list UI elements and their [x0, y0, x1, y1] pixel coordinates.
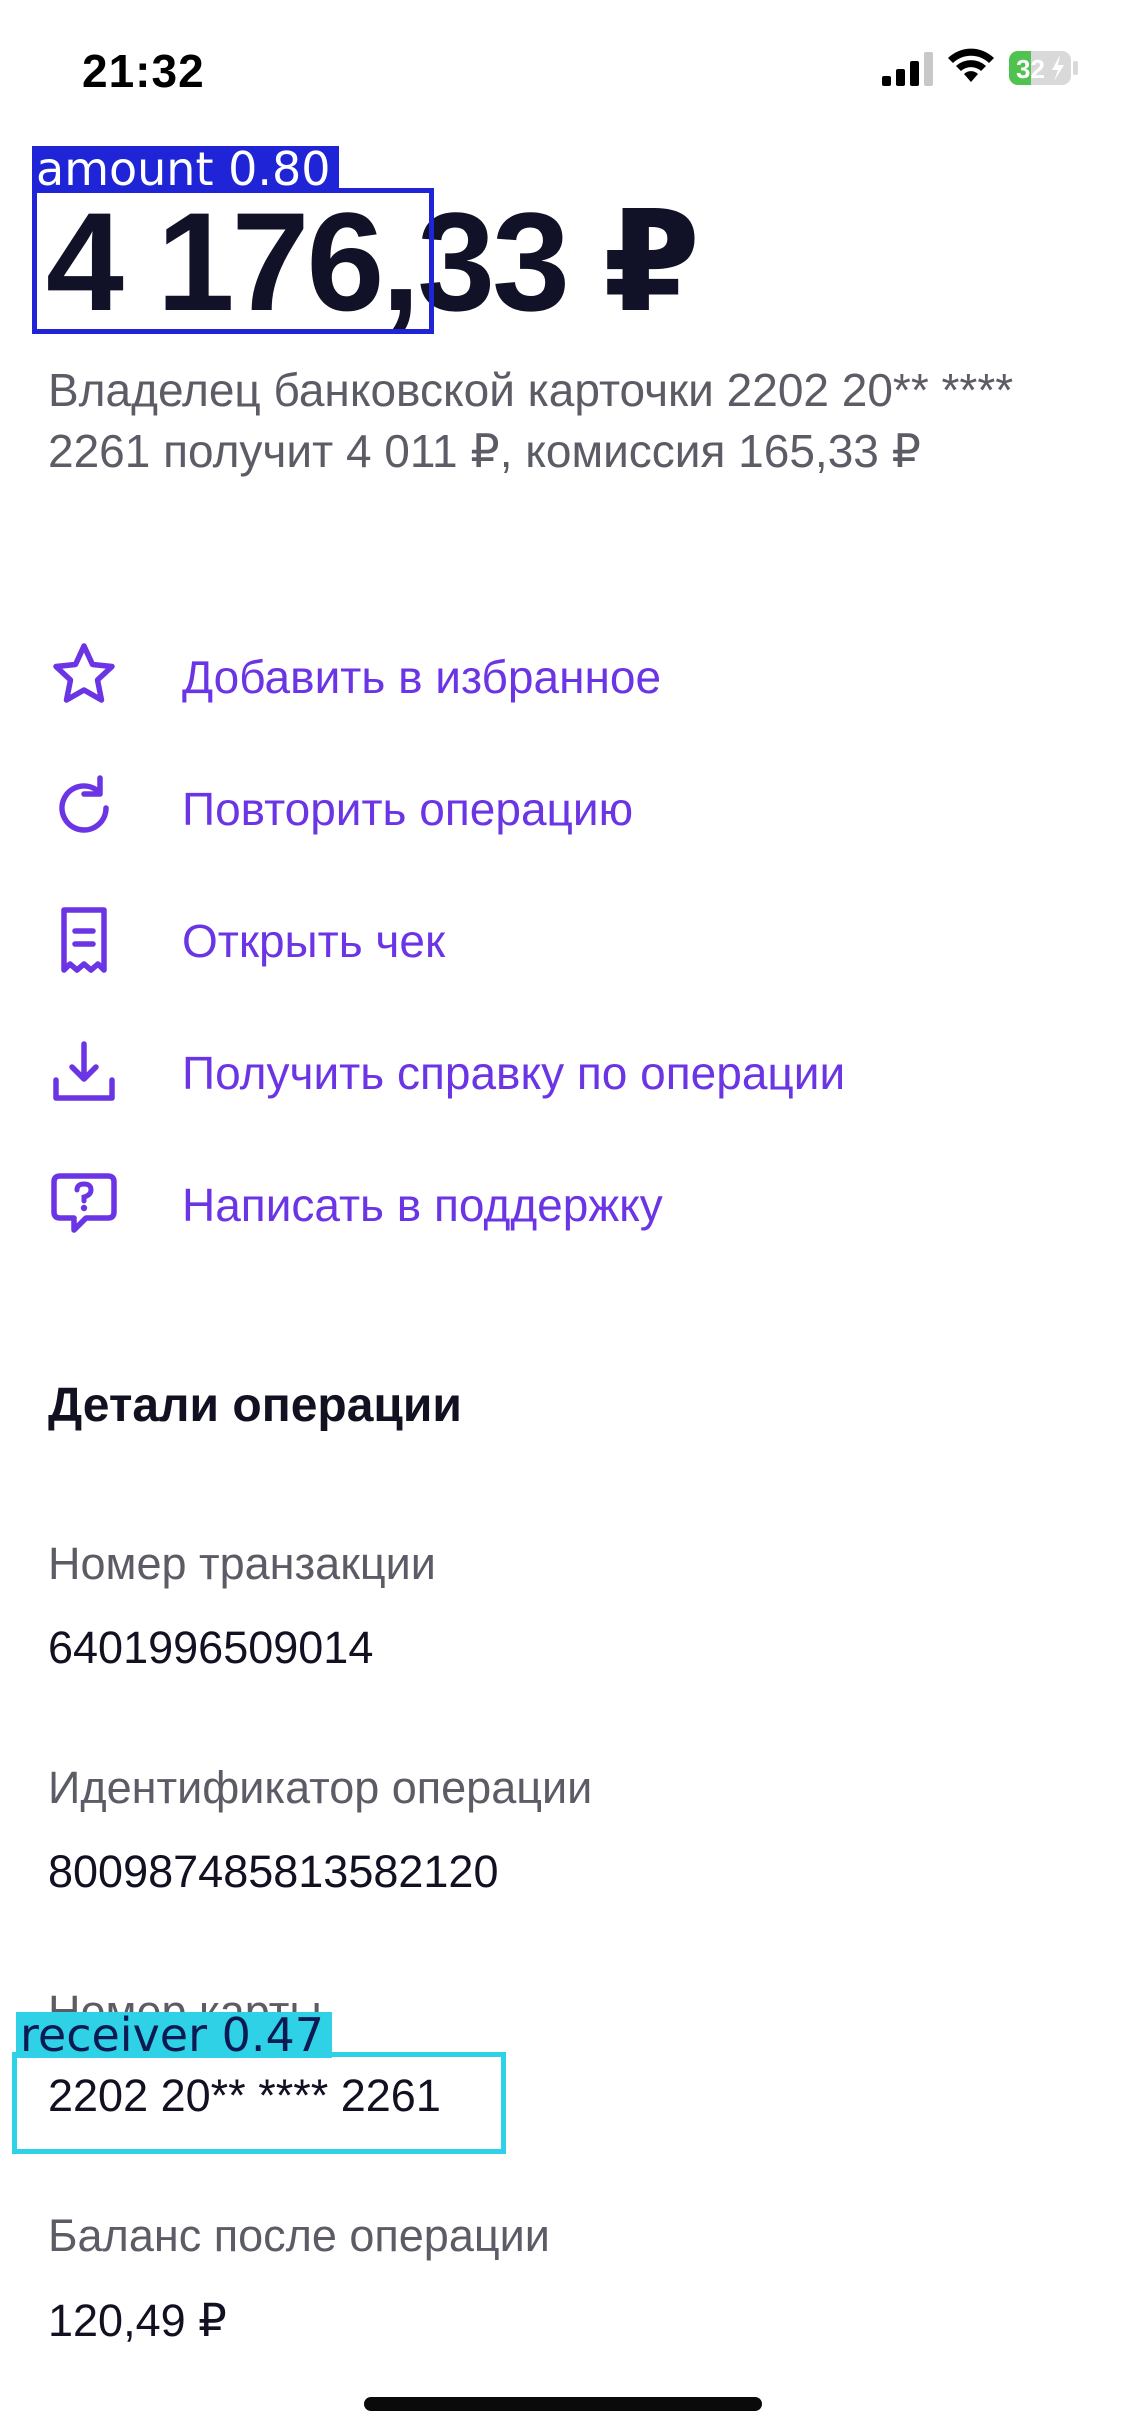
contact-support-button[interactable]: Написать в поддержку: [0, 1148, 1125, 1258]
open-receipt-label: Открыть чек: [182, 915, 446, 967]
status-time: 21:32: [82, 45, 205, 97]
operation-description: Владелец банковской карточки 2202 20** *…: [48, 364, 1014, 477]
transaction-number-value: 6401996509014: [48, 1622, 374, 1673]
operation-id-value: 800987485813582120: [48, 1846, 499, 1897]
amount-detection-label: amount 0.80: [32, 146, 339, 192]
balance-after-label: Баланс после операции: [48, 2210, 550, 2261]
download-icon: [48, 1036, 120, 1108]
repeat-operation-label: Повторить операцию: [182, 783, 634, 835]
battery-level: 32: [1016, 54, 1045, 84]
add-to-favorites-button[interactable]: Добавить в избранное: [0, 620, 1125, 730]
wifi-icon: [948, 48, 994, 82]
receiver-detection-box: [12, 2052, 506, 2154]
repeat-operation-button[interactable]: Повторить операцию: [0, 752, 1125, 862]
open-receipt-button[interactable]: Открыть чек: [0, 884, 1125, 994]
get-certificate-button[interactable]: Получить справку по операции: [0, 1016, 1125, 1126]
home-indicator[interactable]: [364, 2397, 762, 2411]
add-to-favorites-label: Добавить в избранное: [182, 651, 662, 703]
balance-after-value: 120,49 ₽: [48, 2295, 227, 2346]
details-section-title: Детали операции: [48, 1379, 462, 1432]
support-chat-icon: [48, 1168, 120, 1240]
receipt-icon: [48, 904, 120, 976]
star-icon: [48, 640, 120, 712]
amount-detection-box: [32, 188, 434, 334]
operation-details-screen: 21:32 32 4 176,33 ₽ amount 0.80 Владелец…: [0, 0, 1125, 2436]
contact-support-label: Написать в поддержку: [182, 1179, 663, 1231]
operation-id-label: Идентификатор операции: [48, 1762, 593, 1813]
transaction-number-label: Номер транзакции: [48, 1538, 436, 1589]
status-bar: 21:32 32: [0, 0, 1125, 140]
get-certificate-label: Получить справку по операции: [182, 1047, 846, 1099]
cellular-signal-icon: [882, 52, 933, 86]
battery-icon: 32: [1008, 50, 1080, 86]
repeat-icon: [48, 772, 120, 844]
